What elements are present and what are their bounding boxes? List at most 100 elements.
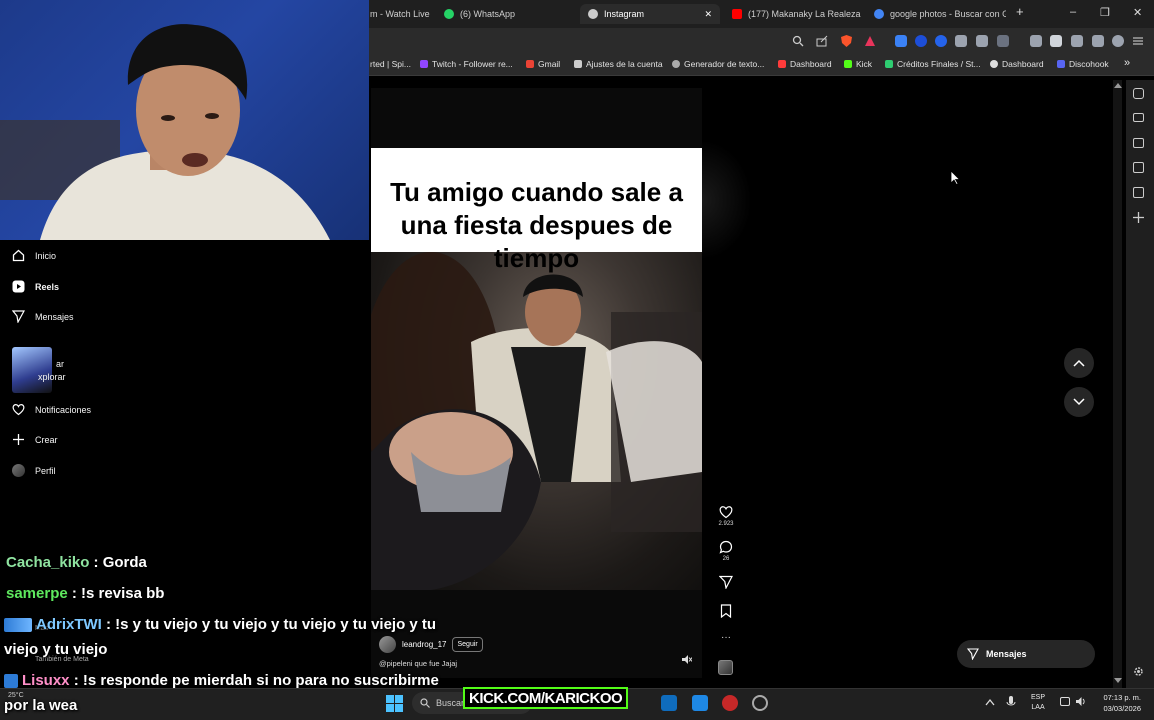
outlook-app-icon[interactable]: [692, 695, 708, 711]
chat-message-continuation: viejo y tu viejo: [4, 637, 107, 662]
nav-crear[interactable]: Crear: [12, 433, 58, 446]
volume-icon[interactable]: [1075, 696, 1087, 707]
chat-text: : !s responde pe mierdah si no para no s…: [69, 672, 439, 689]
settings-gear-icon[interactable]: [1133, 666, 1144, 677]
windows-start-icon[interactable]: [386, 695, 403, 712]
bookmarks-sidebar-icon[interactable]: [1133, 162, 1144, 173]
likes-count: 2.923: [718, 521, 734, 527]
maximize-button[interactable]: ❐: [1100, 6, 1110, 19]
bookmark-item[interactable]: rted | Spi...: [370, 59, 411, 69]
add-sidebar-icon[interactable]: [1133, 212, 1144, 223]
bookmark-item[interactable]: Kick: [844, 59, 872, 69]
paper-plane-icon: [967, 648, 979, 660]
nav-label: Crear: [35, 434, 58, 445]
scroll-up-arrow-icon[interactable]: [1114, 82, 1122, 88]
paper-plane-icon: [12, 310, 25, 323]
scroll-down-arrow-icon[interactable]: [1114, 678, 1122, 684]
obs-app-icon[interactable]: [722, 695, 738, 711]
tab-whatsapp[interactable]: (6) WhatsApp: [436, 4, 566, 24]
nav-label: Notificaciones: [35, 404, 92, 415]
puzzle-icon[interactable]: [976, 35, 988, 47]
nav-reels[interactable]: Reels: [12, 280, 59, 293]
bookmark-label: Ajustes de la cuenta: [586, 59, 663, 69]
google-icon: [874, 9, 884, 19]
tab-close-icon[interactable]: ✕: [704, 9, 712, 20]
party-scene: [371, 252, 702, 590]
new-tab-button[interactable]: +: [1016, 4, 1024, 19]
close-window-button[interactable]: ✕: [1133, 6, 1142, 19]
tab-instagram[interactable]: Instagram ✕: [580, 4, 720, 24]
tab-label: m - Watch Live: [370, 9, 430, 19]
tab-youtube[interactable]: (177) Makanaky La Realeza - Y: [724, 4, 862, 24]
nav-mensajes[interactable]: Mensajes: [12, 310, 74, 323]
tab-kick[interactable]: m - Watch Live: [362, 4, 432, 24]
bookmark-item[interactable]: Dashboard: [990, 59, 1044, 69]
extension-icon[interactable]: [915, 35, 927, 47]
share-plane-icon[interactable]: [719, 575, 733, 589]
vpn-icon[interactable]: [1112, 35, 1124, 47]
bookmarks-overflow-button[interactable]: »: [1124, 57, 1130, 69]
nav-label: Mensajes: [35, 311, 74, 322]
leo-sidebar-icon[interactable]: [1133, 88, 1144, 99]
reading-list-icon[interactable]: [1133, 187, 1144, 198]
more-options-button[interactable]: ···: [716, 632, 736, 643]
discohook-icon: [1057, 60, 1065, 68]
avatar: [12, 464, 25, 477]
brave-rewards-icon[interactable]: [864, 35, 876, 47]
brave-shield-icon[interactable]: [840, 34, 853, 48]
bookmark-item[interactable]: Generador de texto...: [672, 59, 764, 69]
minimize-button[interactable]: –: [1070, 6, 1076, 18]
nav-inicio[interactable]: Inicio: [12, 249, 56, 262]
bookmark-item[interactable]: Ajustes de la cuenta: [574, 59, 663, 69]
next-reel-button[interactable]: [1064, 387, 1094, 417]
audio-thumbnail[interactable]: [718, 660, 733, 675]
clock-date: 03/03/2026: [1103, 704, 1141, 713]
menu-icon[interactable]: [1132, 35, 1144, 47]
scrollbar[interactable]: [1113, 80, 1122, 688]
share-icon[interactable]: [816, 35, 828, 47]
video-sidebar-icon[interactable]: [1133, 113, 1144, 122]
wallet-icon[interactable]: [1071, 35, 1083, 47]
author-avatar[interactable]: [379, 636, 396, 653]
nav-label: Perfil: [35, 465, 56, 476]
messages-floating-button[interactable]: Mensajes: [957, 640, 1095, 668]
zoom-search-icon[interactable]: [792, 35, 804, 47]
sidebar-icon[interactable]: [1050, 35, 1062, 47]
clock[interactable]: 07:13 p. m. 03/03/2026: [1095, 692, 1141, 714]
follow-button[interactable]: Seguir: [452, 637, 483, 652]
store-app-icon[interactable]: [661, 695, 677, 711]
dashboard-icon: [778, 60, 786, 68]
bookmark-item[interactable]: Gmail: [526, 59, 560, 69]
author-username[interactable]: leandrog_17: [402, 640, 446, 649]
extension-icon[interactable]: [895, 35, 907, 47]
bookmark-save-icon[interactable]: [720, 604, 732, 618]
comment-icon[interactable]: [719, 540, 733, 554]
nav-perfil[interactable]: Perfil: [12, 464, 56, 477]
tray-chevron-up-icon[interactable]: [985, 698, 995, 706]
caption-line: una fiesta despues de: [400, 210, 673, 240]
bookmark-item[interactable]: Dashboard: [778, 59, 832, 69]
nav-explorar[interactable]: xplorar: [38, 372, 66, 382]
bookmark-item[interactable]: Twitch - Follower re...: [420, 59, 513, 69]
like-heart-icon[interactable]: [719, 505, 733, 519]
previous-reel-button[interactable]: [1064, 348, 1094, 378]
bookmark-item[interactable]: Discohook: [1057, 59, 1109, 69]
network-icon[interactable]: [1060, 697, 1070, 706]
music-icon[interactable]: [1030, 35, 1042, 47]
tab-google[interactable]: google photos - Buscar con G: [866, 4, 1006, 24]
brave-app-icon[interactable]: [752, 695, 768, 711]
tab-label: (177) Makanaky La Realeza - Y: [748, 9, 862, 19]
reel-video[interactable]: Tu amigo cuando sale a una fiesta despue…: [371, 88, 702, 678]
language-indicator[interactable]: ESP LAA: [1031, 693, 1045, 713]
leo-ai-icon[interactable]: [1092, 35, 1104, 47]
microphone-icon[interactable]: [1006, 695, 1016, 709]
extension-icon[interactable]: [955, 35, 967, 47]
bookmark-item[interactable]: Créditos Finales / St...: [885, 59, 981, 69]
extension-icon[interactable]: [997, 35, 1009, 47]
extension-icon[interactable]: [935, 35, 947, 47]
wallet-sidebar-icon[interactable]: [1133, 138, 1144, 148]
tab-label: google photos - Buscar con G: [890, 9, 1006, 19]
nav-notificaciones[interactable]: Notificaciones: [12, 403, 91, 416]
mouse-cursor-icon: [950, 170, 960, 185]
mute-icon[interactable]: [681, 654, 692, 665]
